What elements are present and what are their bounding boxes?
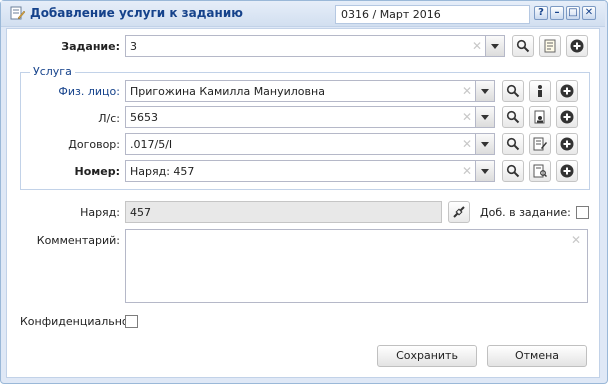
confidential-label: Конфиденциально:: [20, 315, 133, 328]
task-search-button[interactable]: [512, 35, 534, 57]
number-label: Номер:: [74, 165, 121, 178]
person-combo[interactable]: Пригожина Камилла Мануиловна ✕: [125, 80, 495, 102]
plus-circle-icon: [560, 84, 574, 98]
add-to-task-label: Доб. в задание:: [480, 206, 571, 219]
comment-textarea[interactable]: ✕: [125, 229, 588, 303]
person-info-button[interactable]: [529, 80, 551, 102]
person-icon: [538, 85, 542, 97]
document-icon: [544, 39, 556, 53]
task-add-button[interactable]: [566, 35, 588, 57]
document-edit-icon: [533, 137, 547, 151]
close-button[interactable]: ✕: [582, 6, 596, 20]
number-add-button[interactable]: [556, 160, 578, 182]
document-view-icon: [533, 164, 547, 178]
clear-icon[interactable]: ✕: [462, 110, 472, 124]
chevron-down-icon[interactable]: [475, 161, 494, 181]
account-card-icon: [534, 110, 545, 124]
confidential-checkbox[interactable]: [125, 315, 138, 328]
chevron-down-icon[interactable]: [475, 134, 494, 154]
help-button[interactable]: ?: [534, 6, 548, 20]
service-legend: Услуга: [30, 65, 75, 78]
minimize-button[interactable]: –: [550, 6, 564, 20]
account-search-button[interactable]: [502, 106, 524, 128]
plus-circle-icon: [560, 137, 574, 151]
contract-label: Договор:: [68, 138, 120, 151]
clear-icon[interactable]: ✕: [462, 137, 472, 151]
contract-value: .017/5/I: [130, 138, 173, 151]
plus-circle-icon: [560, 110, 574, 124]
person-label[interactable]: Физ. лицо:: [40, 85, 120, 98]
search-icon: [506, 84, 520, 98]
contract-edit-button[interactable]: [529, 133, 551, 155]
number-value: Наряд: 457: [130, 165, 195, 178]
plus-circle-icon: [570, 39, 584, 53]
task-label: Задание:: [61, 40, 120, 53]
account-combo[interactable]: 5653 ✕: [125, 106, 495, 128]
chevron-down-icon[interactable]: [485, 36, 504, 56]
account-add-button[interactable]: [556, 106, 578, 128]
number-view-button[interactable]: [529, 160, 551, 182]
order-link-button[interactable]: [448, 201, 470, 223]
search-icon: [506, 164, 520, 178]
link-icon: [453, 206, 465, 218]
task-value: 3: [130, 40, 137, 53]
window-title: Добавление услуги к заданию: [30, 6, 243, 20]
number-search-button[interactable]: [502, 160, 524, 182]
number-combo[interactable]: Наряд: 457 ✕: [125, 160, 495, 182]
person-search-button[interactable]: [502, 80, 524, 102]
contract-combo[interactable]: .017/5/I ✕: [125, 133, 495, 155]
account-label: Л/с:: [98, 112, 120, 125]
chevron-down-icon[interactable]: [475, 107, 494, 127]
contract-search-button[interactable]: [502, 133, 524, 155]
clear-icon[interactable]: ✕: [462, 84, 472, 98]
person-value: Пригожина Камилла Мануиловна: [130, 85, 325, 98]
order-label: Наряд:: [80, 206, 120, 219]
task-combo[interactable]: 3 ✕: [125, 35, 505, 57]
clear-icon[interactable]: ✕: [472, 39, 482, 53]
cancel-button[interactable]: Отмена: [487, 345, 587, 367]
account-value: 5653: [130, 111, 158, 124]
clear-icon[interactable]: ✕: [462, 164, 472, 178]
add-to-task-checkbox[interactable]: [576, 206, 589, 219]
clear-icon[interactable]: ✕: [571, 233, 581, 247]
maximize-button[interactable]: □: [566, 6, 580, 20]
document-edit-icon: [10, 6, 25, 20]
save-button[interactable]: Сохранить: [377, 345, 477, 367]
comment-label: Комментарий:: [36, 234, 120, 247]
search-icon: [506, 137, 520, 151]
contract-add-button[interactable]: [556, 133, 578, 155]
order-field: 457: [125, 201, 442, 223]
search-icon: [506, 110, 520, 124]
chevron-down-icon[interactable]: [475, 81, 494, 101]
task-open-button[interactable]: [539, 35, 561, 57]
person-add-button[interactable]: [556, 80, 578, 102]
period-field: 0316 / Март 2016: [335, 5, 530, 24]
account-card-button[interactable]: [529, 106, 551, 128]
plus-circle-icon: [560, 164, 574, 178]
search-icon: [516, 39, 530, 53]
